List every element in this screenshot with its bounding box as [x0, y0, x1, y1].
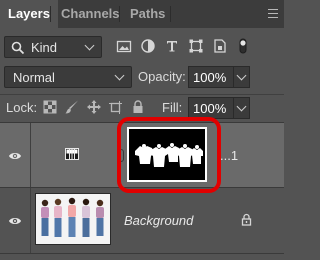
- pixel-filter-icon[interactable]: [116, 38, 132, 54]
- fill-dropdown-button[interactable]: [234, 97, 250, 119]
- type-filter-icon[interactable]: [164, 38, 180, 54]
- chevron-down-icon: [236, 101, 247, 112]
- tab-separator: [50, 6, 51, 22]
- tab-paths[interactable]: Paths: [122, 0, 173, 28]
- fill-label: Fill:: [162, 100, 183, 115]
- filter-toggle-icon[interactable]: [236, 38, 250, 54]
- chevron-down-icon: [84, 40, 95, 51]
- layers-panel: Layers Channels Paths Kind Normal Opacit…: [0, 0, 284, 260]
- tab-bar: Layers Channels Paths: [0, 0, 284, 28]
- search-icon: [11, 41, 25, 55]
- lock-icon: [241, 213, 252, 226]
- smart-object-filter-icon[interactable]: [212, 38, 228, 54]
- blend-mode-select[interactable]: Normal: [4, 66, 132, 88]
- chevron-down-icon: [236, 70, 247, 81]
- layer-name[interactable]: Background: [124, 213, 193, 228]
- lock-image-icon[interactable]: [64, 99, 80, 115]
- adjustment-filter-icon[interactable]: [140, 38, 156, 54]
- lock-transparent-icon[interactable]: [42, 99, 58, 115]
- eye-icon[interactable]: [8, 216, 22, 226]
- tab-separator: [170, 6, 171, 22]
- tab-separator: [119, 6, 120, 22]
- tab-channels[interactable]: Channels: [53, 0, 128, 28]
- blend-mode-label: Normal: [13, 70, 55, 85]
- layer-name[interactable]: ...1: [220, 148, 238, 163]
- lock-artboard-icon[interactable]: [108, 99, 124, 115]
- group-photo-image: [36, 194, 110, 244]
- divider: [0, 94, 284, 95]
- lock-all-icon[interactable]: [130, 99, 146, 115]
- visibility-column: [0, 123, 31, 187]
- panel-menu-icon[interactable]: [268, 9, 278, 18]
- highlight-outline: [117, 117, 221, 193]
- lock-position-icon[interactable]: [86, 99, 102, 115]
- fill-input[interactable]: 100%: [188, 97, 234, 119]
- opacity-dropdown-button[interactable]: [234, 66, 250, 88]
- lock-label: Lock:: [6, 100, 38, 115]
- opacity-label: Opacity:: [138, 69, 186, 84]
- shape-filter-icon[interactable]: [188, 38, 204, 54]
- filter-kind-label: Kind: [31, 40, 58, 55]
- chevron-down-icon: [114, 70, 125, 81]
- adjustment-layer-icon: [65, 148, 79, 160]
- layer-row-background[interactable]: Background: [0, 188, 284, 254]
- opacity-input[interactable]: 100%: [188, 66, 234, 88]
- background-thumbnail[interactable]: [35, 193, 111, 245]
- eye-icon[interactable]: [8, 151, 22, 161]
- filter-kind-select[interactable]: Kind: [4, 36, 102, 58]
- visibility-column: [0, 188, 31, 253]
